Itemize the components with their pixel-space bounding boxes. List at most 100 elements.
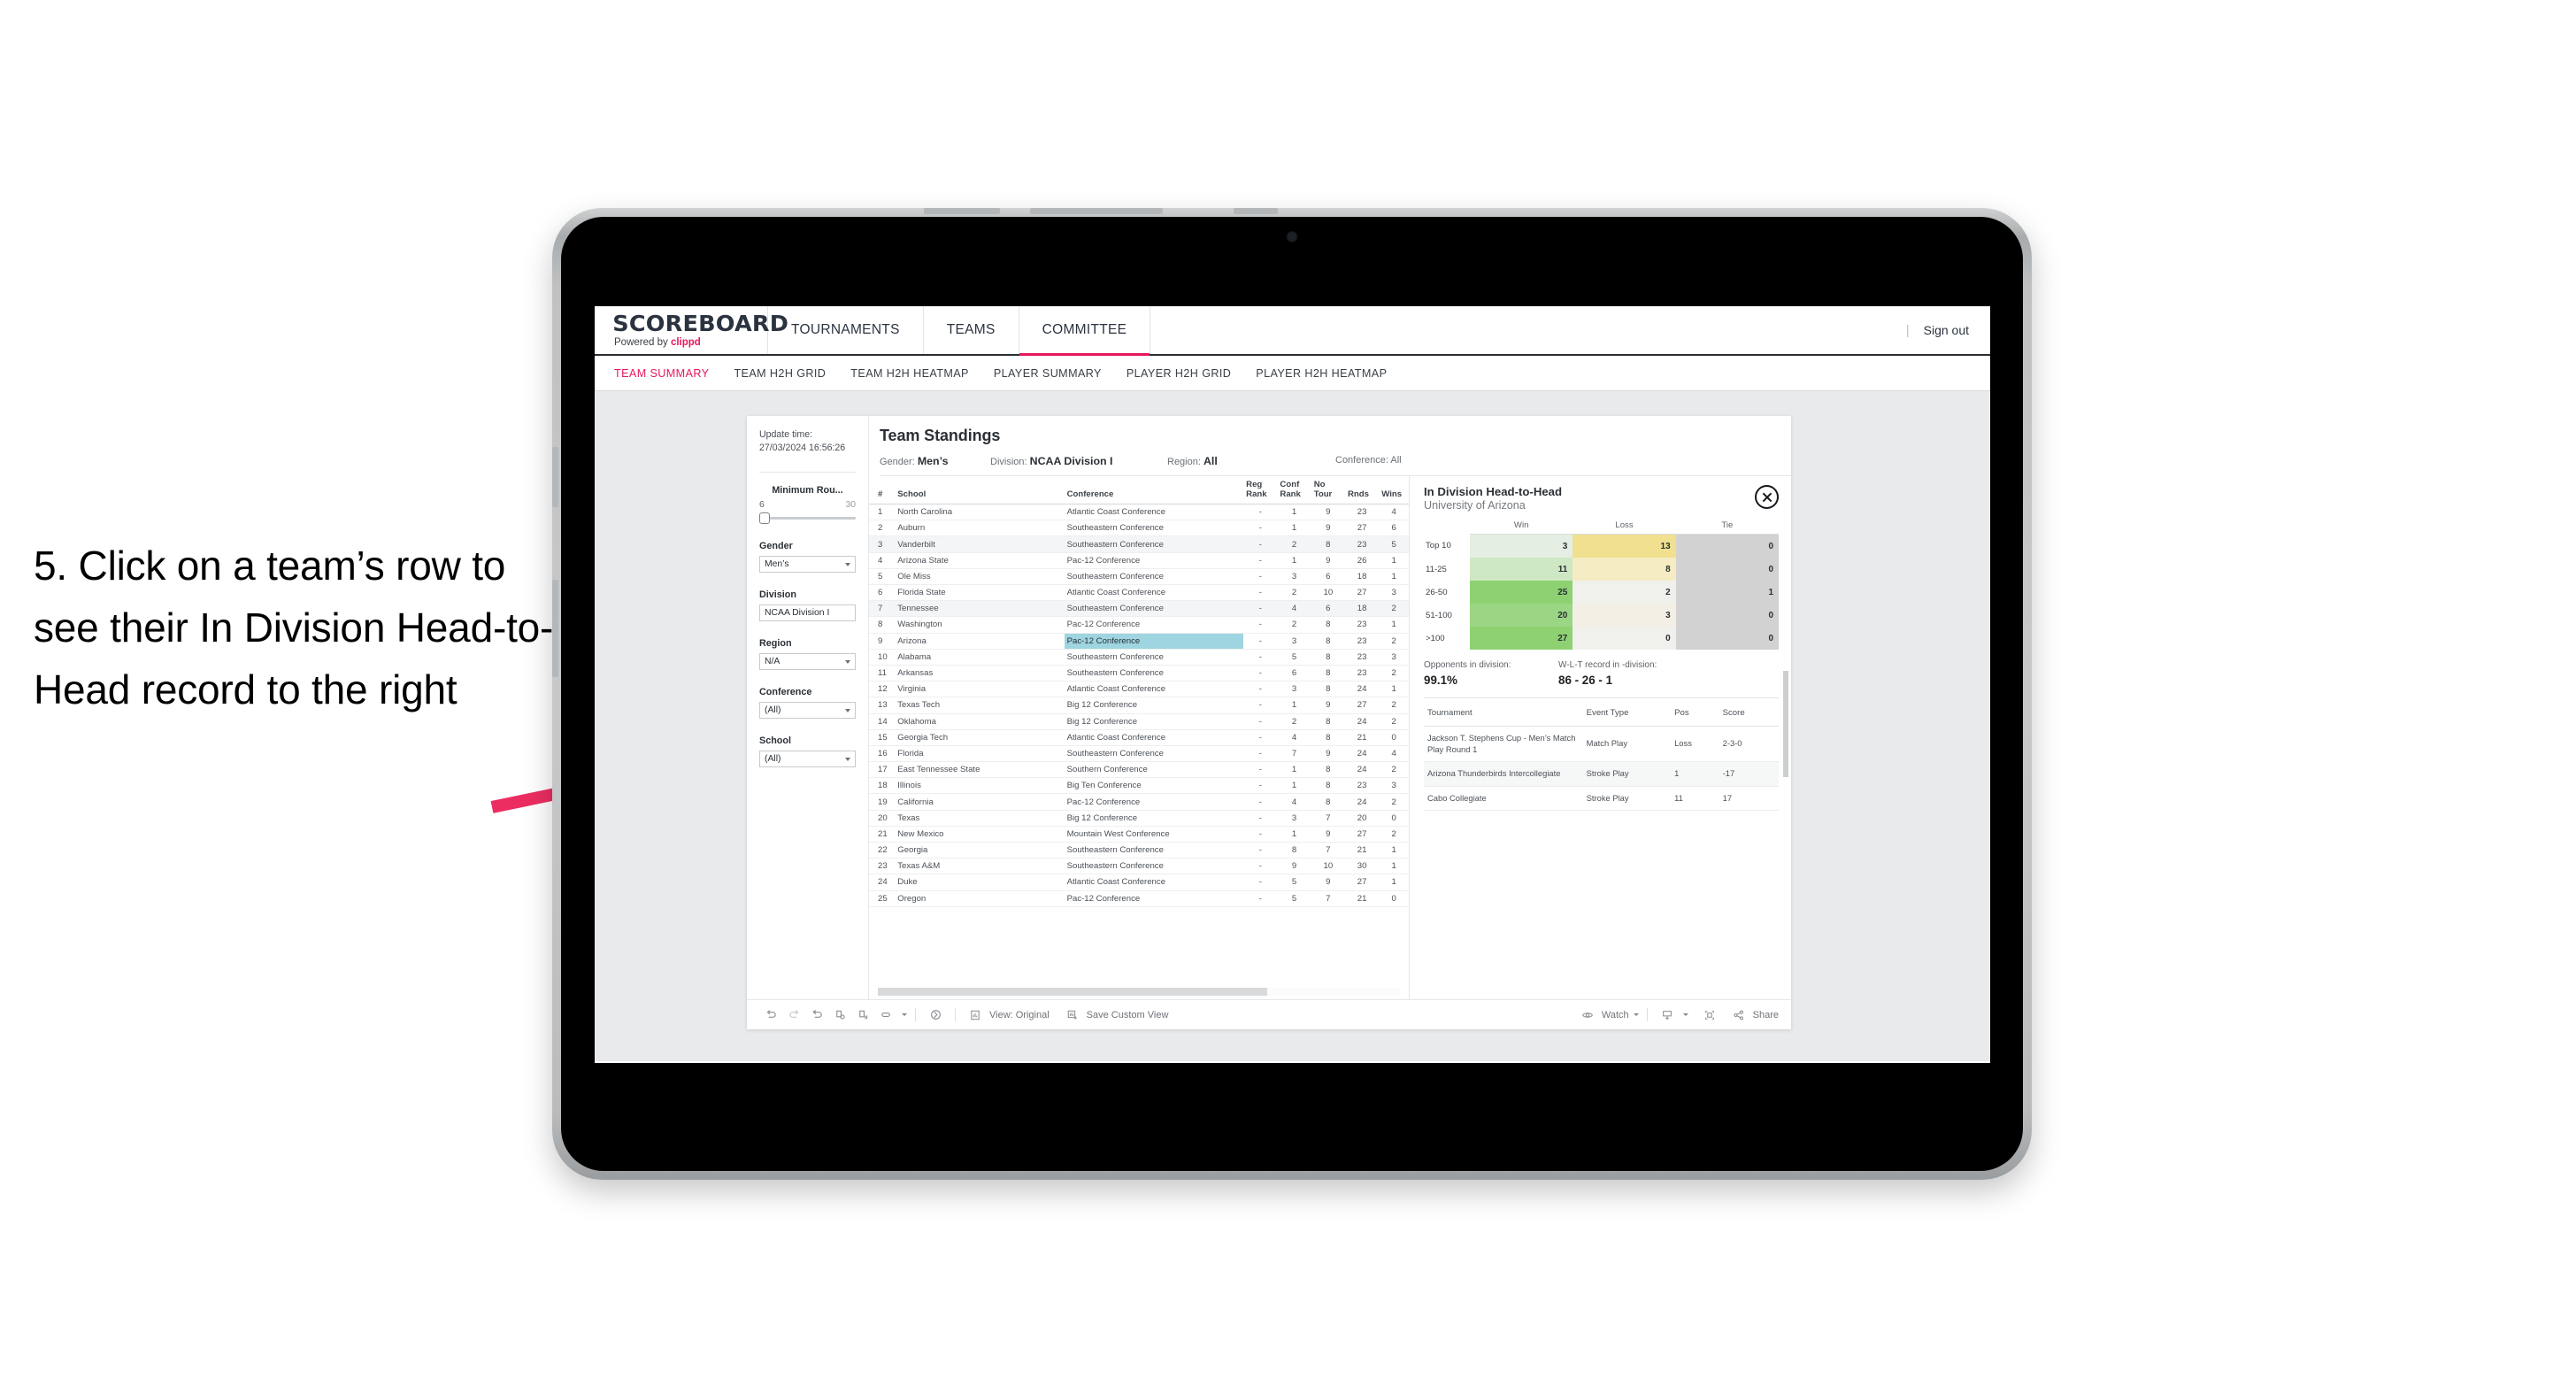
cell-no-tour[interactable]: 8 [1311,761,1345,779]
cell-conference[interactable]: Southeastern Conference [1064,600,1244,618]
cell-rnds[interactable]: 18 [1344,568,1380,586]
cell-rank[interactable]: 7 [869,600,896,618]
cell-school[interactable]: Florida State [895,584,1065,602]
cell-school[interactable]: North Carolina [895,504,1065,521]
cell-conference[interactable]: Pac-12 Conference [1064,633,1244,650]
cell-wins[interactable]: 1 [1379,842,1409,859]
cell-conference[interactable]: Pac-12 Conference [1064,552,1244,569]
table-row[interactable]: 13 Texas Tech Big 12 Conference -1 9 27 2 [869,697,1409,714]
cell-reg-rank[interactable]: - [1243,681,1278,698]
cell-rnds[interactable]: 27 [1344,584,1380,602]
cell-school[interactable]: Texas [895,810,1065,827]
watch-button[interactable]: Watch [1576,1006,1639,1024]
cell-conf-rank[interactable]: 9 [1277,858,1311,875]
cell-rnds[interactable]: 27 [1344,520,1380,537]
cell-conference[interactable]: Atlantic Coast Conference [1064,584,1244,602]
cell-wins[interactable]: 0 [1379,890,1409,907]
list-item[interactable]: Cabo Collegiate Stroke Play 11 17 [1424,786,1779,811]
cell-conference[interactable]: Southeastern Conference [1064,649,1244,666]
tab-player-h2h-grid[interactable]: PLAYER H2H GRID [1127,367,1231,380]
cell-rnds[interactable]: 24 [1344,793,1380,811]
division-select[interactable]: NCAA Division I [759,604,856,622]
cell-wins[interactable]: 2 [1379,761,1409,779]
cell-reg-rank[interactable]: - [1243,890,1278,907]
cell-rnds[interactable]: 24 [1344,761,1380,779]
h2h-cell[interactable]: 25 [1470,581,1573,604]
tab-player-h2h-heatmap[interactable]: PLAYER H2H HEATMAP [1256,367,1387,380]
cell-no-tour[interactable]: 9 [1311,874,1345,891]
cell-rank[interactable]: 8 [869,616,896,634]
cell-rnds[interactable]: 24 [1344,713,1380,730]
cell-rank[interactable]: 14 [869,713,896,730]
cell-rank[interactable]: 10 [869,649,896,666]
cell-rank[interactable]: 12 [869,681,896,698]
refresh-data-button[interactable] [828,1006,851,1024]
cell-rnds[interactable]: 18 [1344,600,1380,618]
cell-conference[interactable]: Southeastern Conference [1064,520,1244,537]
cell-rank[interactable]: 15 [869,729,896,746]
table-row[interactable]: 12 Virginia Atlantic Coast Conference -3 8 24… [869,681,1409,698]
save-custom-view-button[interactable]: Save Custom View [1061,1006,1168,1024]
minimum-rounds-slider[interactable] [759,512,856,525]
cell-conf-rank[interactable]: 2 [1277,535,1311,553]
cell-rnds[interactable]: 27 [1344,874,1380,891]
table-row[interactable]: 6 Florida State Atlantic Coast Conference -… [869,584,1409,602]
cell-rnds[interactable]: 20 [1344,810,1380,827]
h2h-cell[interactable]: 0 [1675,534,1779,558]
table-row[interactable]: 24 Duke Atlantic Coast Conference -5 9 27 1 [869,874,1409,891]
table-row[interactable]: 4 Arizona State Pac-12 Conference -1 9 26 1 [869,552,1409,569]
cell-wins[interactable]: 3 [1379,584,1409,602]
col-event-type[interactable]: Event Type [1582,700,1672,727]
table-row[interactable]: 11 Arkansas Southeastern Conference -6 8 23 2 [869,665,1409,682]
cell-conf-rank[interactable]: 1 [1277,552,1311,569]
cell-wins[interactable]: 1 [1379,874,1409,891]
cell-conference[interactable]: Southeastern Conference [1064,745,1244,763]
cell-rnds[interactable]: 21 [1344,842,1380,859]
cell-conference[interactable]: Big Ten Conference [1064,777,1244,795]
table-row[interactable]: 10 Alabama Southeastern Conference -5 8 23 3 [869,649,1409,666]
cell-school[interactable]: Tennessee [895,600,1065,618]
cell-rank[interactable]: 2 [869,520,896,537]
cell-rank[interactable]: 3 [869,535,896,553]
cell-no-tour[interactable]: 7 [1311,810,1345,827]
table-row[interactable]: 15 Georgia Tech Atlantic Coast Conference -… [869,729,1409,746]
cell-conference[interactable]: Southeastern Conference [1064,568,1244,586]
cell-reg-rank[interactable]: - [1243,633,1278,650]
cell-rnds[interactable]: 23 [1344,665,1380,682]
cell-no-tour[interactable]: 8 [1311,633,1345,650]
cell-rank[interactable]: 4 [869,552,896,569]
cell-conference[interactable]: Southeastern Conference [1064,665,1244,682]
col-rank[interactable]: # [869,476,896,505]
cell-wins[interactable]: 2 [1379,826,1409,843]
cell-reg-rank[interactable]: - [1243,858,1278,875]
region-select[interactable]: N/A [759,653,856,671]
table-row[interactable]: 8 Washington Pac-12 Conference -2 8 23 1 [869,616,1409,634]
cell-conference[interactable]: Atlantic Coast Conference [1064,874,1244,891]
pause-auto-update-button[interactable] [851,1006,874,1024]
cell-no-tour[interactable]: 7 [1311,890,1345,907]
cell-rnds[interactable]: 23 [1344,504,1380,521]
cell-rnds[interactable]: 27 [1344,697,1380,714]
h2h-cell[interactable]: 3 [1470,534,1573,558]
cell-reg-rank[interactable]: - [1243,874,1278,891]
gender-select[interactable]: Men’s [759,556,856,574]
tab-team-h2h-heatmap[interactable]: TEAM H2H HEATMAP [850,367,969,380]
cell-rank[interactable]: 25 [869,890,896,907]
cell-conf-rank[interactable]: 1 [1277,504,1311,521]
cell-conf-rank[interactable]: 3 [1277,633,1311,650]
cell-school[interactable]: Texas A&M [895,858,1065,875]
cell-school[interactable]: Florida [895,745,1065,763]
cell-conf-rank[interactable]: 5 [1277,649,1311,666]
cell-rank[interactable]: 24 [869,874,896,891]
cell-conference[interactable]: Pac-12 Conference [1064,890,1244,907]
table-row[interactable]: 20 Texas Big 12 Conference -3 7 20 0 [869,810,1409,827]
cell-school[interactable]: California [895,793,1065,811]
cell-school[interactable]: Georgia Tech [895,729,1065,746]
table-row[interactable]: 9 Arizona Pac-12 Conference -3 8 23 2 [869,633,1409,650]
cell-school[interactable]: Arizona State [895,552,1065,569]
cell-conf-rank[interactable]: 2 [1277,713,1311,730]
col-score[interactable]: Score [1719,700,1779,727]
cell-conference[interactable]: Southeastern Conference [1064,842,1244,859]
cell-conf-rank[interactable]: 7 [1277,745,1311,763]
h2h-cell[interactable]: 0 [1675,627,1779,650]
